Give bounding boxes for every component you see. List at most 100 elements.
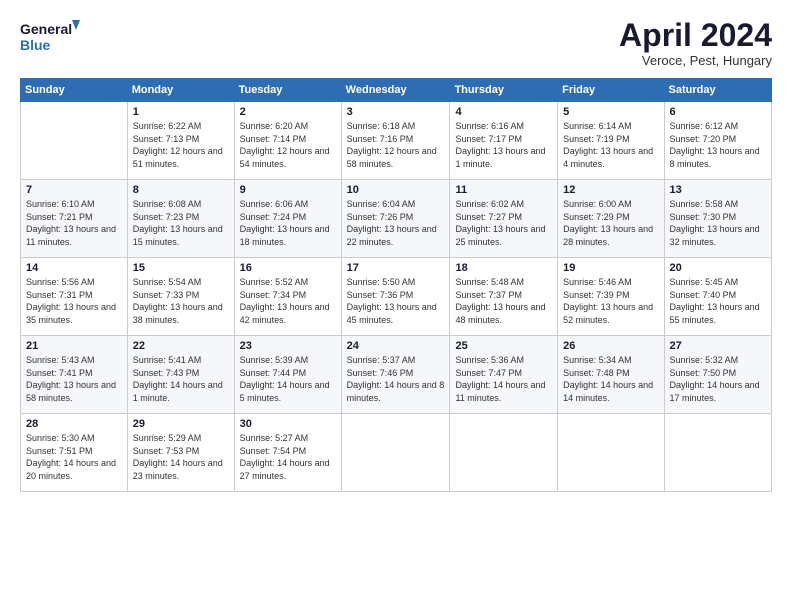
table-row: 3 Sunrise: 6:18 AM Sunset: 7:16 PM Dayli… (341, 102, 450, 180)
day-number: 5 (563, 106, 658, 118)
day-info: Sunrise: 6:20 AM Sunset: 7:14 PM Dayligh… (240, 120, 336, 170)
table-row: 29 Sunrise: 5:29 AM Sunset: 7:53 PM Dayl… (127, 414, 234, 492)
day-number: 3 (347, 106, 445, 118)
table-row: 26 Sunrise: 5:34 AM Sunset: 7:48 PM Dayl… (558, 336, 664, 414)
table-row: 5 Sunrise: 6:14 AM Sunset: 7:19 PM Dayli… (558, 102, 664, 180)
day-number: 30 (240, 418, 336, 430)
day-number: 22 (133, 340, 229, 352)
table-row (341, 414, 450, 492)
day-number: 24 (347, 340, 445, 352)
day-number: 10 (347, 184, 445, 196)
day-number: 28 (26, 418, 122, 430)
header-wednesday: Wednesday (341, 79, 450, 102)
day-number: 9 (240, 184, 336, 196)
day-info: Sunrise: 6:06 AM Sunset: 7:24 PM Dayligh… (240, 198, 336, 248)
day-info: Sunrise: 5:58 AM Sunset: 7:30 PM Dayligh… (670, 198, 766, 248)
table-row: 11 Sunrise: 6:02 AM Sunset: 7:27 PM Dayl… (450, 180, 558, 258)
calendar-week-3: 14 Sunrise: 5:56 AM Sunset: 7:31 PM Dayl… (21, 258, 772, 336)
svg-text:General: General (20, 21, 72, 37)
table-row: 30 Sunrise: 5:27 AM Sunset: 7:54 PM Dayl… (234, 414, 341, 492)
day-info: Sunrise: 5:39 AM Sunset: 7:44 PM Dayligh… (240, 354, 336, 404)
table-row: 6 Sunrise: 6:12 AM Sunset: 7:20 PM Dayli… (664, 102, 771, 180)
day-info: Sunrise: 5:50 AM Sunset: 7:36 PM Dayligh… (347, 276, 445, 326)
day-info: Sunrise: 5:54 AM Sunset: 7:33 PM Dayligh… (133, 276, 229, 326)
logo: General Blue (20, 18, 80, 56)
day-number: 12 (563, 184, 658, 196)
calendar-table: Sunday Monday Tuesday Wednesday Thursday… (20, 78, 772, 492)
day-number: 6 (670, 106, 766, 118)
day-info: Sunrise: 6:16 AM Sunset: 7:17 PM Dayligh… (455, 120, 552, 170)
day-info: Sunrise: 5:27 AM Sunset: 7:54 PM Dayligh… (240, 432, 336, 482)
day-info: Sunrise: 5:52 AM Sunset: 7:34 PM Dayligh… (240, 276, 336, 326)
table-row: 18 Sunrise: 5:48 AM Sunset: 7:37 PM Dayl… (450, 258, 558, 336)
calendar-week-1: 1 Sunrise: 6:22 AM Sunset: 7:13 PM Dayli… (21, 102, 772, 180)
header-tuesday: Tuesday (234, 79, 341, 102)
day-info: Sunrise: 6:10 AM Sunset: 7:21 PM Dayligh… (26, 198, 122, 248)
day-info: Sunrise: 5:37 AM Sunset: 7:46 PM Dayligh… (347, 354, 445, 404)
day-number: 11 (455, 184, 552, 196)
day-number: 29 (133, 418, 229, 430)
table-row: 21 Sunrise: 5:43 AM Sunset: 7:41 PM Dayl… (21, 336, 128, 414)
table-row: 28 Sunrise: 5:30 AM Sunset: 7:51 PM Dayl… (21, 414, 128, 492)
table-row: 4 Sunrise: 6:16 AM Sunset: 7:17 PM Dayli… (450, 102, 558, 180)
svg-text:Blue: Blue (20, 37, 51, 53)
day-info: Sunrise: 5:32 AM Sunset: 7:50 PM Dayligh… (670, 354, 766, 404)
table-row (664, 414, 771, 492)
day-number: 20 (670, 262, 766, 274)
table-row: 20 Sunrise: 5:45 AM Sunset: 7:40 PM Dayl… (664, 258, 771, 336)
day-info: Sunrise: 5:29 AM Sunset: 7:53 PM Dayligh… (133, 432, 229, 482)
day-number: 25 (455, 340, 552, 352)
table-row: 2 Sunrise: 6:20 AM Sunset: 7:14 PM Dayli… (234, 102, 341, 180)
header-thursday: Thursday (450, 79, 558, 102)
day-number: 21 (26, 340, 122, 352)
header-monday: Monday (127, 79, 234, 102)
calendar-header-row: Sunday Monday Tuesday Wednesday Thursday… (21, 79, 772, 102)
day-info: Sunrise: 6:08 AM Sunset: 7:23 PM Dayligh… (133, 198, 229, 248)
day-number: 16 (240, 262, 336, 274)
day-info: Sunrise: 6:04 AM Sunset: 7:26 PM Dayligh… (347, 198, 445, 248)
day-info: Sunrise: 6:18 AM Sunset: 7:16 PM Dayligh… (347, 120, 445, 170)
day-number: 23 (240, 340, 336, 352)
day-info: Sunrise: 5:41 AM Sunset: 7:43 PM Dayligh… (133, 354, 229, 404)
table-row: 22 Sunrise: 5:41 AM Sunset: 7:43 PM Dayl… (127, 336, 234, 414)
day-info: Sunrise: 5:46 AM Sunset: 7:39 PM Dayligh… (563, 276, 658, 326)
table-row: 1 Sunrise: 6:22 AM Sunset: 7:13 PM Dayli… (127, 102, 234, 180)
main-title: April 2024 (619, 18, 772, 53)
day-number: 19 (563, 262, 658, 274)
table-row: 14 Sunrise: 5:56 AM Sunset: 7:31 PM Dayl… (21, 258, 128, 336)
table-row: 24 Sunrise: 5:37 AM Sunset: 7:46 PM Dayl… (341, 336, 450, 414)
table-row: 8 Sunrise: 6:08 AM Sunset: 7:23 PM Dayli… (127, 180, 234, 258)
day-number: 7 (26, 184, 122, 196)
day-number: 1 (133, 106, 229, 118)
day-info: Sunrise: 6:02 AM Sunset: 7:27 PM Dayligh… (455, 198, 552, 248)
day-info: Sunrise: 5:56 AM Sunset: 7:31 PM Dayligh… (26, 276, 122, 326)
header-sunday: Sunday (21, 79, 128, 102)
subtitle: Veroce, Pest, Hungary (619, 53, 772, 68)
calendar-week-2: 7 Sunrise: 6:10 AM Sunset: 7:21 PM Dayli… (21, 180, 772, 258)
page-header: General Blue April 2024 Veroce, Pest, Hu… (20, 18, 772, 68)
day-info: Sunrise: 6:00 AM Sunset: 7:29 PM Dayligh… (563, 198, 658, 248)
day-number: 2 (240, 106, 336, 118)
table-row: 19 Sunrise: 5:46 AM Sunset: 7:39 PM Dayl… (558, 258, 664, 336)
day-info: Sunrise: 5:36 AM Sunset: 7:47 PM Dayligh… (455, 354, 552, 404)
table-row: 25 Sunrise: 5:36 AM Sunset: 7:47 PM Dayl… (450, 336, 558, 414)
calendar-week-4: 21 Sunrise: 5:43 AM Sunset: 7:41 PM Dayl… (21, 336, 772, 414)
table-row: 17 Sunrise: 5:50 AM Sunset: 7:36 PM Dayl… (341, 258, 450, 336)
table-row (558, 414, 664, 492)
day-number: 17 (347, 262, 445, 274)
table-row (450, 414, 558, 492)
table-row: 27 Sunrise: 5:32 AM Sunset: 7:50 PM Dayl… (664, 336, 771, 414)
day-info: Sunrise: 6:12 AM Sunset: 7:20 PM Dayligh… (670, 120, 766, 170)
day-info: Sunrise: 5:45 AM Sunset: 7:40 PM Dayligh… (670, 276, 766, 326)
calendar-week-5: 28 Sunrise: 5:30 AM Sunset: 7:51 PM Dayl… (21, 414, 772, 492)
header-friday: Friday (558, 79, 664, 102)
day-number: 27 (670, 340, 766, 352)
title-block: April 2024 Veroce, Pest, Hungary (619, 18, 772, 68)
day-number: 15 (133, 262, 229, 274)
table-row (21, 102, 128, 180)
day-number: 26 (563, 340, 658, 352)
day-info: Sunrise: 5:34 AM Sunset: 7:48 PM Dayligh… (563, 354, 658, 404)
table-row: 16 Sunrise: 5:52 AM Sunset: 7:34 PM Dayl… (234, 258, 341, 336)
day-number: 13 (670, 184, 766, 196)
day-info: Sunrise: 6:22 AM Sunset: 7:13 PM Dayligh… (133, 120, 229, 170)
